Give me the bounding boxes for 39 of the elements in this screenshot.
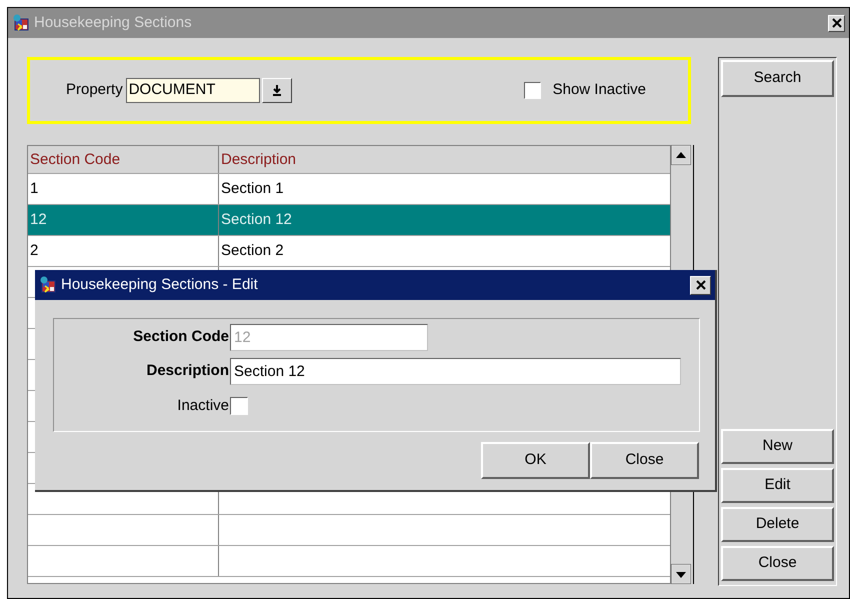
table-cell: 1 [28,174,219,204]
scroll-down-icon[interactable] [671,564,691,584]
checkbox[interactable] [230,397,248,415]
window-title: Housekeeping Sections [34,12,193,33]
button[interactable]: Search [721,60,834,97]
checkbox[interactable] [524,82,541,99]
table-row[interactable]: 12 Section 12 [28,205,670,236]
table-cell: 12 [28,205,219,235]
field-label: Inactive [176,396,229,416]
close-button[interactable] [690,276,711,294]
button[interactable]: Edit [721,468,834,503]
table-cell: 2 [28,236,219,266]
table-cell-text: Section 1 [220,179,285,199]
dialog-title: Housekeeping Sections - Edit [61,274,259,295]
download-arrow-icon [272,85,282,96]
column-header[interactable]: Description [219,146,670,173]
close-button[interactable] [828,14,845,32]
table-row[interactable]: 2 Section 2 [28,236,670,267]
button[interactable]: Close [590,442,699,479]
property-field[interactable]: DOCUMENT [126,78,260,103]
field-label: Section Code [132,327,229,348]
dropdown-button[interactable] [262,78,292,103]
table-row[interactable]: 1 Section 1 [28,174,670,205]
app-icon [39,276,57,294]
table-cell-text: Section 12 [220,210,293,230]
close-icon [696,280,706,290]
close-icon [832,18,842,28]
table-cell-text: Section 2 [220,241,285,261]
column-header[interactable]: Section Code [28,146,219,173]
field-label: Property [66,80,123,100]
button[interactable]: Delete [721,507,834,542]
checkbox-label: Show Inactive [552,80,646,100]
button[interactable]: OK [481,442,590,479]
app-icon [12,14,30,32]
field-label: Description [145,361,229,382]
scroll-up-icon[interactable] [671,145,691,165]
button[interactable]: New [721,429,834,464]
input-field[interactable]: Section 12 [230,358,681,385]
button[interactable]: Close [721,546,834,581]
